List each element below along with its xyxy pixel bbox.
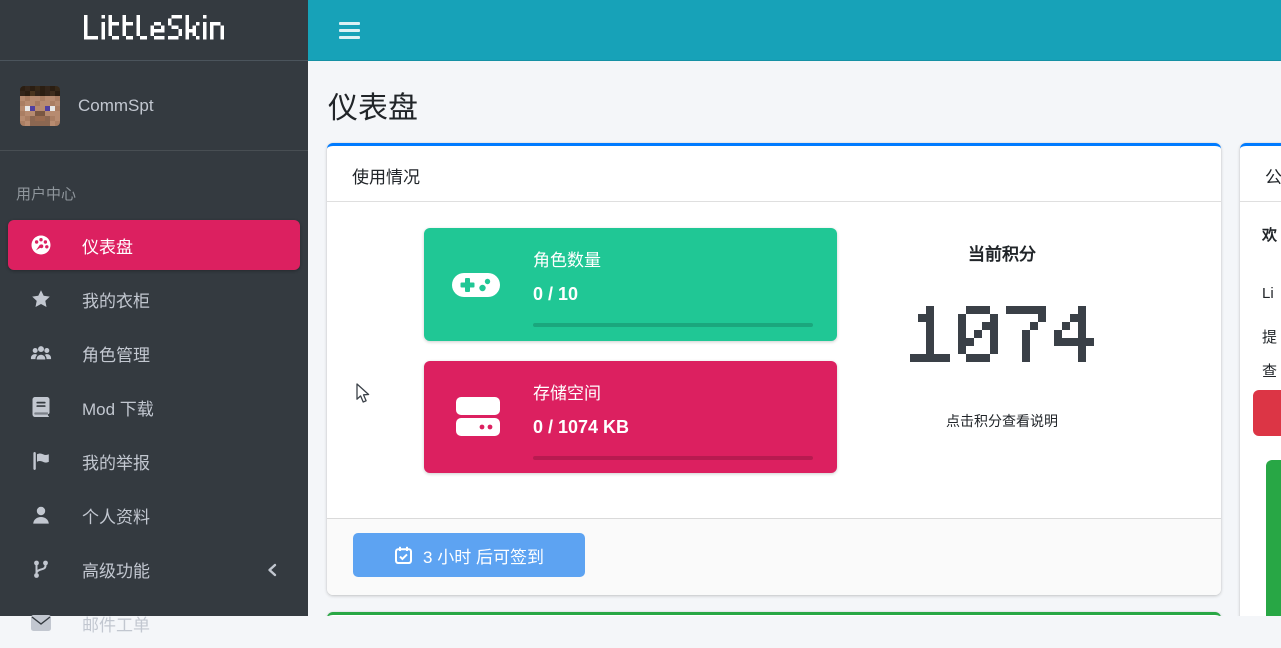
- sidebar-item-4[interactable]: 我的举报: [8, 436, 300, 486]
- page-title: 仪表盘: [328, 83, 418, 127]
- user-panel: CommSpt: [0, 61, 308, 151]
- stat-card-storage: 存储空间 0 / 1074 KB: [424, 361, 837, 473]
- announcement-card: 公 欢 Li 提 查: [1240, 143, 1281, 616]
- sidebar-item-label: 高级功能: [82, 557, 150, 582]
- sidebar-item-label: 仪表盘: [82, 233, 133, 258]
- main-content: 仪表盘 使用情况 角色数量 0 / 10 存储空间 0 / 1074 KB 当: [308, 61, 1281, 616]
- usage-card-title: 使用情况: [327, 146, 1221, 202]
- sidebar-item-label: 我的衣柜: [82, 287, 150, 312]
- announcement-text-line: Li: [1262, 285, 1274, 302]
- calendar-check-icon: [394, 546, 413, 565]
- points-title: 当前积分: [832, 240, 1172, 265]
- sidebar-item-label: 我的举报: [82, 449, 150, 474]
- stat-value: 0 / 10: [533, 284, 578, 305]
- sidebar-item-3[interactable]: Mod 下载: [8, 382, 300, 432]
- book-icon: [30, 397, 52, 417]
- flag-icon: [30, 451, 52, 471]
- announcement-text-line: 提: [1262, 326, 1277, 347]
- checkin-button-label: 3 小时 后可签到: [423, 543, 544, 568]
- announcement-button-green[interactable]: [1266, 460, 1281, 616]
- sidebar-item-0[interactable]: 仪表盘: [8, 220, 300, 270]
- sidebar: CommSpt 用户中心 仪表盘我的衣柜角色管理 Mod 下载我的举报个人资料高级…: [0, 0, 308, 616]
- sidebar-item-label: Mod 下载: [82, 395, 154, 420]
- star-icon: [30, 289, 52, 309]
- usage-card-footer: 3 小时 后可签到: [327, 518, 1221, 595]
- sidebar-item-label: 个人资料: [82, 503, 150, 528]
- announcement-button-red[interactable]: [1253, 390, 1281, 436]
- sidebar-item-label: 角色管理: [82, 341, 150, 366]
- brand-logo-text: [84, 15, 224, 45]
- code-branch-icon: [30, 559, 52, 579]
- announcement-heading: 欢: [1262, 224, 1277, 245]
- stat-card-players: 角色数量 0 / 10: [424, 228, 837, 341]
- avatar: [20, 86, 60, 126]
- stat-label: 角色数量: [533, 246, 601, 271]
- announcement-card-title: 公: [1240, 146, 1281, 202]
- next-card-peek: [327, 612, 1221, 616]
- points-hint: 点击积分查看说明: [832, 411, 1172, 431]
- usage-card: 使用情况 角色数量 0 / 10 存储空间 0 / 1074 KB 当前积分: [327, 143, 1221, 595]
- progress-bar: [533, 456, 813, 460]
- top-navbar: [308, 0, 1281, 61]
- tachometer-icon: [30, 234, 52, 256]
- chevron-left-icon: [266, 562, 278, 582]
- users-icon: [30, 343, 52, 363]
- sidebar-item-1[interactable]: 我的衣柜: [8, 274, 300, 324]
- sidebar-section-label: 用户中心: [0, 151, 308, 204]
- gamepad-icon: [452, 270, 500, 305]
- stat-value: 0 / 1074 KB: [533, 417, 629, 438]
- hamburger-menu-icon[interactable]: [339, 22, 360, 39]
- user-name[interactable]: CommSpt: [78, 96, 154, 116]
- sidebar-item-label: 邮件工单: [82, 611, 150, 636]
- sidebar-item-6[interactable]: 高级功能: [8, 544, 300, 594]
- announcement-text-line: 查: [1262, 360, 1277, 381]
- points-value[interactable]: [832, 306, 1172, 367]
- sidebar-menu: 仪表盘我的衣柜角色管理 Mod 下载我的举报个人资料高级功能邮件工单: [0, 204, 308, 648]
- sidebar-item-7[interactable]: 邮件工单: [8, 598, 300, 648]
- envelope-icon: [30, 615, 52, 631]
- server-icon: [456, 397, 500, 442]
- brand-logo[interactable]: [0, 0, 308, 61]
- checkin-button[interactable]: 3 小时 后可签到: [353, 533, 585, 577]
- progress-bar: [533, 323, 813, 327]
- user-icon: [30, 505, 52, 525]
- stat-label: 存储空间: [533, 379, 601, 404]
- sidebar-item-2[interactable]: 角色管理: [8, 328, 300, 378]
- sidebar-item-5[interactable]: 个人资料: [8, 490, 300, 540]
- usage-card-body: 角色数量 0 / 10 存储空间 0 / 1074 KB 当前积分 点击积分查看…: [327, 202, 1221, 518]
